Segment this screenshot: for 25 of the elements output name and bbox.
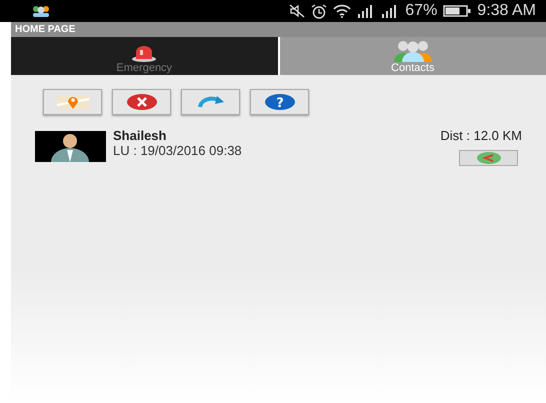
mute-icon xyxy=(289,4,306,18)
avatar-icon xyxy=(35,131,106,162)
map-pin-icon xyxy=(54,93,90,111)
share-icon xyxy=(476,152,502,164)
wifi-icon xyxy=(333,4,352,18)
people-icon xyxy=(392,40,433,62)
help-button[interactable]: ? xyxy=(250,89,309,115)
delete-button[interactable] xyxy=(112,89,171,115)
last-update: LU : 19/03/2016 09:38 xyxy=(113,143,242,158)
people-icon xyxy=(30,5,52,17)
contact-name: Shailesh xyxy=(113,128,168,143)
battery-percent: 67% xyxy=(405,2,438,20)
refresh-button[interactable] xyxy=(181,89,240,115)
battery-icon xyxy=(443,5,472,17)
page-title: HOME PAGE xyxy=(15,24,76,35)
clock-time: 9:38 AM xyxy=(477,2,536,20)
siren-icon xyxy=(131,46,158,62)
tab[interactable]: Contacts xyxy=(280,37,546,75)
close-icon xyxy=(124,93,158,111)
map-button[interactable] xyxy=(43,89,102,115)
share-button[interactable] xyxy=(459,150,518,166)
tab[interactable]: Emergency xyxy=(11,37,278,75)
alarm-icon xyxy=(311,4,328,18)
help-icon: ? xyxy=(262,93,296,111)
distance: Dist : 12.0 KM xyxy=(440,128,522,143)
